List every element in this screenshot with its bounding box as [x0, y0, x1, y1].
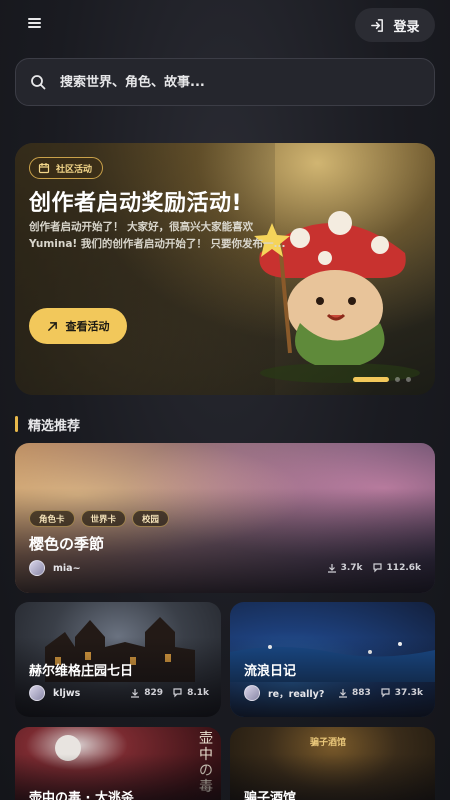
tag-campus: 校园 — [132, 510, 170, 527]
views-stat: 883 — [338, 688, 371, 698]
chat-icon — [173, 688, 182, 698]
login-arrow-icon — [371, 18, 384, 32]
chat-icon — [372, 563, 382, 573]
search-bar[interactable] — [15, 58, 435, 106]
story-card[interactable]: 骗子酒馆 骗子酒馆 — [230, 727, 435, 800]
avatar — [29, 560, 45, 576]
avatar — [29, 685, 45, 701]
card-title: 赫尔维格庄园七日 — [29, 664, 134, 679]
event-tag: 社区活动 — [29, 157, 104, 179]
carousel-dot[interactable] — [406, 377, 411, 382]
search-icon — [31, 75, 46, 90]
chats-stat: 37.3k — [381, 688, 423, 698]
chat-icon — [381, 688, 390, 698]
banner-description: 创作者启动开始了！ 大家好，很高兴大家能喜欢Yumina! 我们的创作者启动开始… — [29, 221, 286, 250]
chats-count: 37.3k — [394, 688, 423, 698]
card-author[interactable]: kljws — [29, 685, 80, 701]
carousel-dot[interactable] — [395, 377, 400, 382]
card-title: 流浪日记 — [244, 664, 297, 679]
event-tag-label: 社区活动 — [56, 164, 93, 175]
card-title: 壶中の毒 · 大逃杀 — [29, 791, 134, 800]
carousel-dot-active[interactable] — [353, 377, 389, 382]
tag-world-card: 世界卡 — [80, 510, 127, 527]
views-stat: 3.7k — [327, 563, 363, 573]
calendar-icon — [38, 163, 50, 174]
story-card[interactable]: 流浪日记 re，really? 883 37.3k — [230, 602, 435, 717]
section-header: 精选推荐 — [15, 415, 81, 434]
chats-stat: 8.1k — [173, 688, 209, 698]
tag-list: 角色卡 世界卡 校园 — [29, 510, 170, 527]
card-stats: 3.7k 112.6k — [327, 563, 421, 573]
section-accent-bar — [15, 416, 18, 432]
view-event-button[interactable]: 查看活动 — [29, 308, 127, 344]
author-name: kljws — [53, 687, 81, 699]
views-count: 3.7k — [340, 563, 363, 573]
event-banner[interactable]: 社区活动 创作者启动奖励活动! 创作者启动开始了！ 大家好，很高兴大家能喜欢Yu… — [15, 143, 435, 395]
arrow-up-right-icon — [47, 321, 57, 331]
download-icon — [327, 564, 336, 573]
card-title: 骗子酒馆 — [244, 791, 297, 800]
views-count: 829 — [144, 688, 164, 698]
chats-stat: 112.6k — [372, 563, 421, 573]
card-author[interactable]: mia~ — [29, 560, 81, 576]
card-stats: 883 37.3k — [338, 688, 423, 698]
chats-count: 112.6k — [386, 563, 421, 573]
featured-card[interactable]: 角色卡 世界卡 校园 樱色の季節 mia~ 3.7k 112.6k — [15, 443, 435, 593]
carousel-indicator — [353, 377, 411, 382]
hamburger-menu-icon[interactable] — [26, 16, 48, 34]
author-name: re，really? — [268, 689, 325, 700]
view-event-label: 查看活动 — [65, 320, 110, 333]
story-card[interactable]: 壶中の毒 壶中の毒 · 大逃杀 — [15, 727, 221, 800]
views-count: 883 — [352, 688, 371, 698]
tag-character-card: 角色卡 — [29, 510, 75, 527]
download-icon — [131, 689, 140, 698]
tavern-sign: 骗子酒馆 — [310, 738, 347, 748]
download-icon — [339, 689, 347, 698]
avatar — [244, 685, 260, 701]
views-stat: 829 — [130, 688, 163, 698]
login-label: 登录 — [393, 19, 420, 35]
search-input[interactable] — [60, 74, 400, 90]
story-card[interactable]: 赫尔维格庄园七日 kljws 829 8.1k — [15, 602, 221, 717]
section-title: 精选推荐 — [28, 418, 81, 434]
login-button[interactable]: 登录 — [355, 8, 435, 42]
card-stats: 829 8.1k — [130, 688, 209, 698]
top-bar: 登录 — [0, 8, 450, 42]
chats-count: 8.1k — [187, 688, 209, 698]
author-name: mia~ — [53, 562, 81, 574]
card-title: 樱色の季節 — [29, 535, 105, 553]
banner-title: 创作者启动奖励活动! — [29, 191, 243, 216]
mushroom-mascot-illustration — [254, 211, 420, 383]
card-author[interactable]: re，really? — [244, 685, 324, 701]
